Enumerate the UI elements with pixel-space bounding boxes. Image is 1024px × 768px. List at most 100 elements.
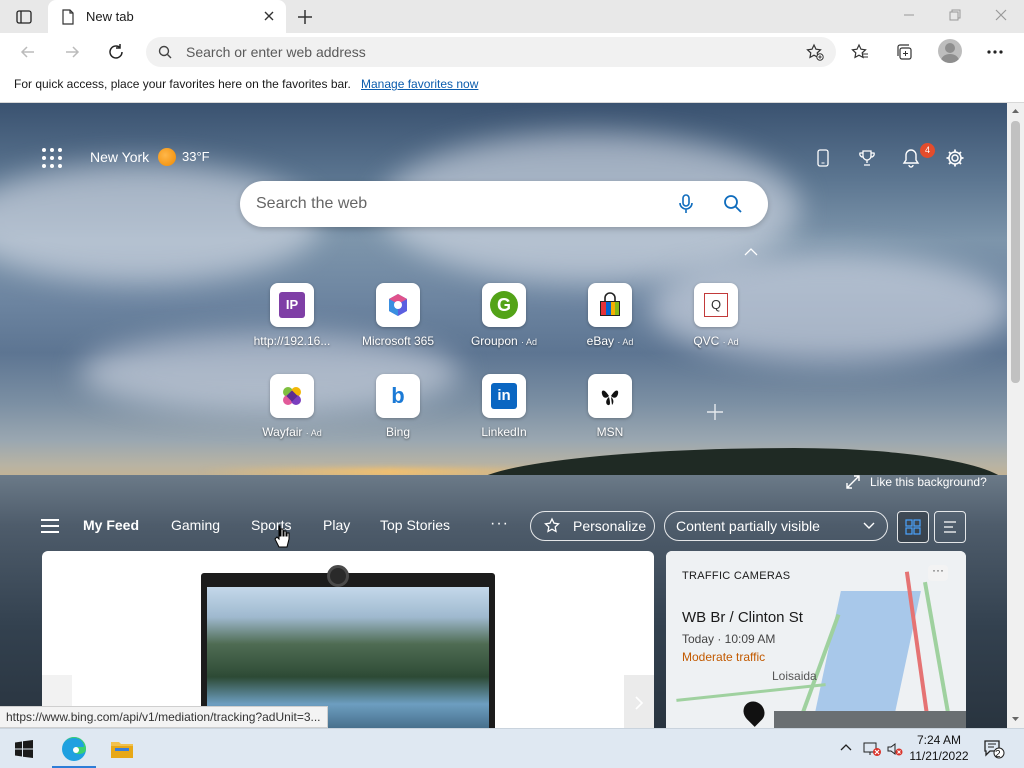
forward-button[interactable] (60, 40, 84, 64)
ad-marker: · Ad (722, 337, 739, 347)
tab-my-feed[interactable]: My Feed (83, 517, 139, 533)
more-tabs-button[interactable]: ··· (490, 515, 509, 533)
scrollbar-thumb[interactable] (1011, 121, 1020, 383)
address-bar[interactable] (146, 37, 836, 67)
weather-temperature[interactable]: 33°F (182, 149, 210, 164)
notifications-bell-icon[interactable] (900, 147, 922, 169)
restore-button[interactable] (932, 0, 978, 30)
tab-play[interactable]: Play (323, 517, 350, 533)
feed-navigation: My Feed Gaming Sports Play Top Stories ·… (0, 509, 1007, 543)
close-window-button[interactable] (978, 0, 1024, 30)
camera-pin-icon (739, 697, 769, 727)
new-tab-icon[interactable] (294, 6, 316, 28)
wayfair-icon (270, 374, 314, 418)
microphone-icon[interactable] (677, 194, 695, 214)
quick-link-microsoft-365[interactable]: Microsoft 365 (343, 283, 453, 363)
linkedin-icon: in (482, 374, 526, 418)
ip-icon: IP (270, 283, 314, 327)
menu-hamburger-icon[interactable] (41, 519, 59, 533)
new-tab-page: New York 33°F 4 IP http://192.16... Micr… (0, 103, 1007, 728)
quick-link-ip[interactable]: IP http://192.16... (237, 283, 347, 363)
scroll-down-icon[interactable] (1011, 715, 1020, 723)
quick-link-groupon[interactable]: G Groupon · Ad (449, 283, 559, 363)
quick-link-label: Wayfair (262, 425, 303, 439)
quick-link-label: MSN (596, 425, 624, 439)
action-center-button[interactable]: 2 (976, 729, 1012, 768)
page-scrollbar[interactable] (1007, 103, 1024, 728)
search-icon[interactable] (723, 194, 743, 214)
qvc-icon: Q (694, 283, 738, 327)
content-visibility-dropdown[interactable]: Content partially visible (664, 511, 888, 541)
weather-city[interactable]: New York (90, 149, 149, 165)
clock-date: 11/21/2022 (909, 749, 969, 763)
weather-sun-icon[interactable] (158, 148, 176, 166)
action-center-icon (984, 740, 1005, 759)
taskbar-file-explorer[interactable] (100, 729, 144, 768)
msn-butterfly-icon (588, 374, 632, 418)
monitor-image (201, 565, 495, 728)
page-icon (62, 8, 74, 25)
taskbar-edge[interactable] (52, 729, 96, 768)
network-icon[interactable] (862, 741, 882, 757)
grid-layout-button[interactable] (897, 511, 929, 543)
collapse-quick-links-icon[interactable] (743, 247, 759, 257)
minimize-button[interactable] (886, 0, 932, 30)
ad-marker: · Ad (305, 428, 322, 438)
collections-icon[interactable] (893, 41, 915, 63)
start-button[interactable] (2, 729, 46, 768)
favorites-bar: For quick access, place your favorites h… (0, 70, 1024, 103)
add-quick-link-icon[interactable] (704, 401, 726, 423)
quick-link-linkedin[interactable]: in LinkedIn (449, 374, 559, 454)
apps-launcher-icon[interactable] (42, 148, 62, 168)
volume-muted-icon[interactable] (887, 742, 903, 756)
profile-avatar[interactable] (938, 39, 962, 63)
address-input[interactable] (186, 37, 776, 67)
list-layout-button[interactable] (934, 511, 966, 543)
title-bar: New tab (0, 0, 1024, 33)
quick-link-label: Microsoft 365 (361, 334, 435, 348)
content-visibility-label: Content partially visible (676, 518, 820, 534)
like-background-label: Like this background? (870, 475, 987, 489)
quick-link-label: eBay (586, 334, 614, 348)
favorites-icon[interactable] (849, 41, 871, 63)
tab-new-tab[interactable]: New tab (48, 0, 286, 33)
quick-link-ebay[interactable]: eBay · Ad (555, 283, 665, 363)
quick-link-qvc[interactable]: Q QVC · Ad (661, 283, 771, 363)
web-search-box[interactable] (240, 181, 768, 227)
quick-link-msn[interactable]: MSN (555, 374, 665, 454)
traffic-status: Moderate traffic (682, 650, 766, 664)
card-options-button[interactable]: ··· (928, 564, 948, 581)
phone-icon[interactable] (812, 147, 834, 169)
manage-favorites-link[interactable]: Manage favorites now (361, 77, 478, 91)
quick-link-label: Groupon (470, 334, 518, 348)
tab-title: New tab (86, 9, 134, 24)
tab-actions-icon[interactable] (10, 6, 38, 28)
expand-icon (846, 475, 860, 489)
personalize-button[interactable]: Personalize (530, 511, 655, 541)
add-favorite-icon[interactable] (806, 43, 824, 61)
like-background-button[interactable]: Like this background? (846, 475, 987, 489)
refresh-button[interactable] (104, 40, 128, 64)
back-button[interactable] (16, 40, 40, 64)
system-clock[interactable]: 7:24 AM 11/21/2022 (906, 732, 972, 764)
scroll-up-icon[interactable] (1011, 107, 1020, 115)
more-menu-icon[interactable] (984, 41, 1006, 63)
traffic-cameras-card[interactable]: TRAFFIC CAMERAS ··· WB Br / Clinton St T… (666, 551, 966, 728)
search-icon (158, 45, 172, 59)
carousel-next-button[interactable] (624, 675, 654, 728)
tab-gaming[interactable]: Gaming (171, 517, 220, 533)
feed-card-main[interactable] (42, 551, 654, 728)
grid-icon (905, 519, 921, 535)
page-settings-gear-icon[interactable] (944, 147, 966, 169)
ad-marker: · Ad (617, 337, 634, 347)
show-hidden-icons-icon[interactable] (840, 743, 852, 751)
close-tab-icon[interactable] (262, 9, 276, 23)
personalize-star-icon (544, 517, 560, 533)
quick-link-label: QVC (693, 334, 720, 348)
tab-top-stories[interactable]: Top Stories (380, 517, 450, 533)
windows-logo-icon (15, 740, 33, 758)
rewards-trophy-icon[interactable] (856, 147, 878, 169)
quick-link-bing[interactable]: b Bing (343, 374, 453, 454)
web-search-input[interactable] (256, 181, 666, 227)
quick-link-wayfair[interactable]: Wayfair · Ad (237, 374, 347, 454)
